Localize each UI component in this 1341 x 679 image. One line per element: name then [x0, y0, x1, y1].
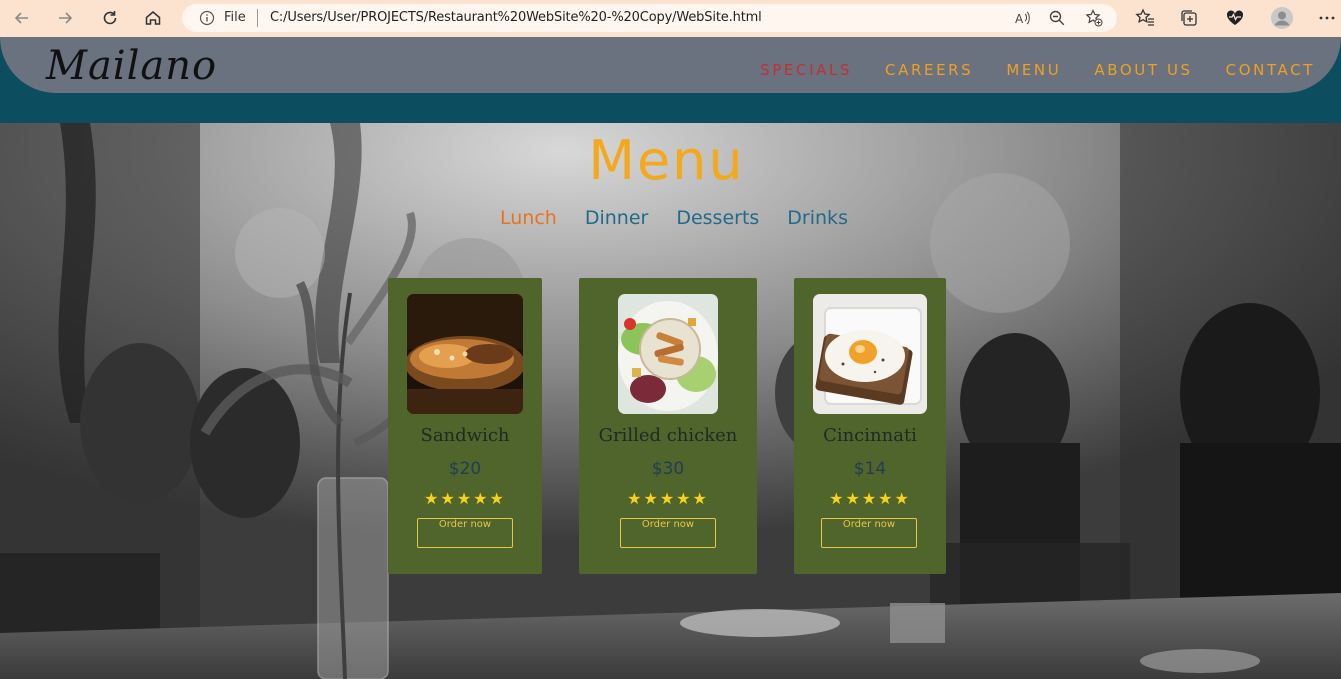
sandwich-photo [407, 294, 523, 414]
nav-link-contact[interactable]: CONTACT [1226, 61, 1315, 79]
home-icon[interactable] [140, 6, 166, 30]
divider [257, 9, 258, 27]
svg-text:A: A [1015, 12, 1024, 26]
order-now-button[interactable]: Order now [821, 518, 917, 548]
nav-link-specials[interactable]: SPECIALS [760, 61, 852, 79]
forward-arrow-icon[interactable] [52, 6, 78, 30]
star-rating-icon: ★★★★★ [829, 489, 911, 508]
nav-link-about-us[interactable]: ABOUT US [1094, 61, 1192, 79]
order-now-button[interactable]: Order now [417, 518, 513, 548]
order-now-button[interactable]: Order now [620, 518, 716, 548]
item-price: $30 [651, 459, 685, 479]
item-name: Sandwich [420, 425, 510, 446]
health-heart-icon[interactable] [1224, 7, 1246, 29]
add-favorite-icon[interactable] [1085, 9, 1103, 27]
collections-icon[interactable] [1178, 7, 1200, 29]
tab-desserts[interactable]: Desserts [676, 207, 759, 229]
url-text[interactable]: C:/Users/User/PROJECTS/Restaurant%20WebS… [270, 10, 762, 25]
item-name: Cincinnati [823, 425, 917, 446]
zoom-icon[interactable] [1048, 9, 1066, 27]
tab-dinner[interactable]: Dinner [585, 207, 649, 229]
read-aloud-icon[interactable]: A [1014, 9, 1032, 27]
nav-links: SPECIALS CAREERS MENU ABOUT US CONTACT [760, 61, 1315, 79]
info-icon[interactable] [199, 10, 215, 26]
chicken-salad-photo [618, 294, 718, 414]
more-options-icon[interactable] [1316, 7, 1338, 29]
back-arrow-icon[interactable] [9, 6, 35, 30]
menu-card: Grilled chicken $30 ★★★★★ Order now [579, 278, 757, 574]
refresh-icon[interactable] [97, 6, 123, 30]
address-bar[interactable]: File C:/Users/User/PROJECTS/Restaurant%2… [182, 4, 1117, 32]
favorites-icon[interactable] [1134, 7, 1156, 29]
nav-link-careers[interactable]: CAREERS [885, 61, 973, 79]
menu-card: Cincinnati $14 ★★★★★ Order now [794, 278, 946, 574]
egg-toast-photo [813, 294, 927, 414]
menu-tabs: Lunch Dinner Desserts Drinks [500, 207, 848, 229]
menu-title: Menu [588, 129, 745, 192]
item-name: Grilled chicken [598, 425, 738, 446]
web-page: Mailano SPECIALS CAREERS MENU ABOUT US C… [0, 37, 1341, 679]
tab-drinks[interactable]: Drinks [787, 207, 848, 229]
star-rating-icon: ★★★★★ [424, 489, 506, 508]
profile-avatar-icon[interactable] [1271, 7, 1293, 29]
site-navbar: Mailano SPECIALS CAREERS MENU ABOUT US C… [0, 37, 1341, 93]
browser-toolbar: File C:/Users/User/PROJECTS/Restaurant%2… [0, 0, 1341, 37]
star-rating-icon: ★★★★★ [627, 489, 709, 508]
item-price: $20 [448, 459, 482, 479]
nav-link-menu[interactable]: MENU [1006, 61, 1061, 79]
site-logo[interactable]: Mailano [46, 43, 217, 89]
tab-lunch[interactable]: Lunch [500, 207, 557, 229]
menu-card: Sandwich $20 ★★★★★ Order now [388, 278, 542, 574]
item-price: $14 [853, 459, 887, 479]
file-label: File [224, 10, 246, 25]
